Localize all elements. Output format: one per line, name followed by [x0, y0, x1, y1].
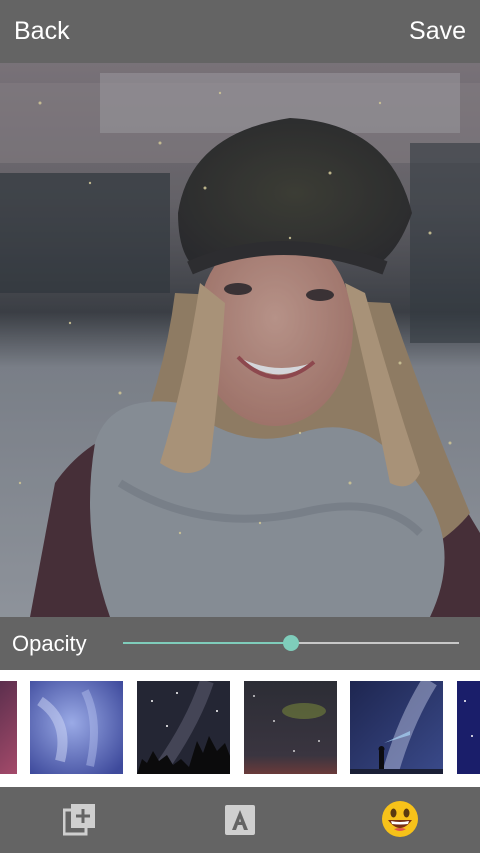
photo-preview[interactable]	[0, 63, 480, 617]
top-bar: Back Save	[0, 0, 480, 63]
overlay-thumb-starry-trees[interactable]	[137, 681, 230, 774]
opacity-slider[interactable]	[123, 635, 459, 651]
opacity-label: Opacity	[12, 631, 87, 656]
opacity-bar: Opacity	[0, 617, 480, 670]
overlay-thumb-milky-way-person[interactable]	[350, 681, 443, 774]
save-button[interactable]: Save	[409, 0, 466, 63]
overlay-filmstrip[interactable]	[0, 670, 480, 787]
bottom-toolbar	[0, 787, 480, 853]
overlay-thumb-deep-blue-space[interactable]	[457, 681, 480, 774]
overlay-thumb-galaxy-pink[interactable]	[0, 681, 17, 774]
opacity-slider-thumb[interactable]	[283, 635, 299, 651]
overlay-thumb-blue-clouds[interactable]	[30, 681, 123, 774]
text-icon[interactable]	[223, 802, 257, 838]
add-sticker-icon[interactable]	[63, 802, 97, 838]
opacity-slider-fill	[123, 642, 291, 644]
overlay-thumb-green-galaxy[interactable]	[244, 681, 337, 774]
back-button[interactable]: Back	[14, 0, 70, 63]
emoji-icon[interactable]	[381, 800, 419, 838]
